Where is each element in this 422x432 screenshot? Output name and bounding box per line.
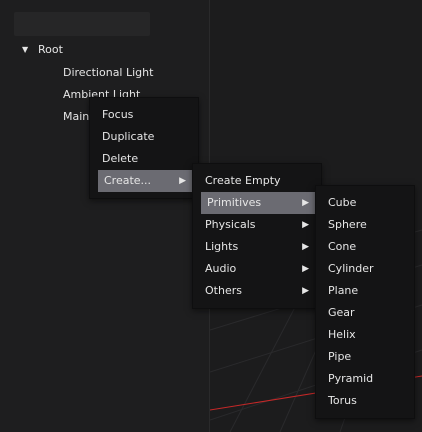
menu-item-lights[interactable]: Lights ▶ — [193, 236, 321, 258]
menu-item-label: Duplicate — [102, 130, 155, 143]
create-submenu: Create Empty Primitives ▶ Physicals ▶ Li… — [192, 163, 322, 309]
search-input[interactable] — [14, 12, 150, 36]
menu-item-label: Plane — [328, 284, 359, 297]
tree-item-root[interactable]: ▼ Root — [22, 41, 63, 59]
menu-item-label: Lights — [205, 240, 239, 253]
menu-item-create-empty[interactable]: Create Empty — [193, 170, 321, 192]
submenu-arrow-icon: ▶ — [302, 198, 309, 208]
menu-item-cone[interactable]: Cone — [316, 236, 414, 258]
menu-item-gear[interactable]: Gear — [316, 302, 414, 324]
menu-item-helix[interactable]: Helix — [316, 324, 414, 346]
tree-item-label: Main — [63, 110, 90, 123]
menu-item-label: Cylinder — [328, 262, 374, 275]
menu-item-audio[interactable]: Audio ▶ — [193, 258, 321, 280]
menu-item-duplicate[interactable]: Duplicate — [90, 126, 198, 148]
menu-item-label: Focus — [102, 108, 134, 121]
tree-item-label: Directional Light — [63, 66, 154, 79]
menu-item-label: Helix — [328, 328, 356, 341]
context-menu: Focus Duplicate Delete Create... ▶ — [89, 97, 199, 199]
menu-item-focus[interactable]: Focus — [90, 104, 198, 126]
menu-item-torus[interactable]: Torus — [316, 390, 414, 412]
tree-item-directional-light[interactable]: Directional Light — [63, 64, 153, 82]
submenu-arrow-icon: ▶ — [302, 220, 309, 230]
submenu-arrow-icon: ▶ — [179, 176, 186, 186]
menu-item-label: Pipe — [328, 350, 352, 363]
menu-item-plane[interactable]: Plane — [316, 280, 414, 302]
menu-item-label: Cube — [328, 196, 357, 209]
menu-item-cube[interactable]: Cube — [316, 192, 414, 214]
hierarchy-panel: ▼ Root Directional Light Ambient Light M… — [0, 0, 210, 432]
menu-item-physicals[interactable]: Physicals ▶ — [193, 214, 321, 236]
menu-item-delete[interactable]: Delete — [90, 148, 198, 170]
menu-item-create[interactable]: Create... ▶ — [98, 170, 198, 192]
menu-item-others[interactable]: Others ▶ — [193, 280, 321, 302]
submenu-arrow-icon: ▶ — [302, 286, 309, 296]
menu-item-sphere[interactable]: Sphere — [316, 214, 414, 236]
menu-item-label: Create... — [104, 174, 152, 187]
expand-toggle-icon[interactable]: ▼ — [22, 41, 28, 59]
menu-item-label: Audio — [205, 262, 237, 275]
menu-item-label: Sphere — [328, 218, 367, 231]
tree-item-label: Root — [38, 43, 63, 56]
primitives-submenu: Cube Sphere Cone Cylinder Plane Gear Hel… — [315, 185, 415, 419]
menu-item-cylinder[interactable]: Cylinder — [316, 258, 414, 280]
menu-item-label: Others — [205, 284, 242, 297]
menu-item-label: Torus — [328, 394, 357, 407]
menu-item-label: Physicals — [205, 218, 256, 231]
menu-item-pyramid[interactable]: Pyramid — [316, 368, 414, 390]
submenu-arrow-icon: ▶ — [302, 242, 309, 252]
menu-item-label: Cone — [328, 240, 357, 253]
menu-item-label: Gear — [328, 306, 355, 319]
menu-item-label: Primitives — [207, 196, 262, 209]
menu-item-label: Delete — [102, 152, 139, 165]
submenu-arrow-icon: ▶ — [302, 264, 309, 274]
tree-item-main[interactable]: Main — [63, 108, 89, 126]
menu-item-label: Create Empty — [205, 174, 281, 187]
menu-item-pipe[interactable]: Pipe — [316, 346, 414, 368]
menu-item-label: Pyramid — [328, 372, 374, 385]
menu-item-primitives[interactable]: Primitives ▶ — [201, 192, 321, 214]
